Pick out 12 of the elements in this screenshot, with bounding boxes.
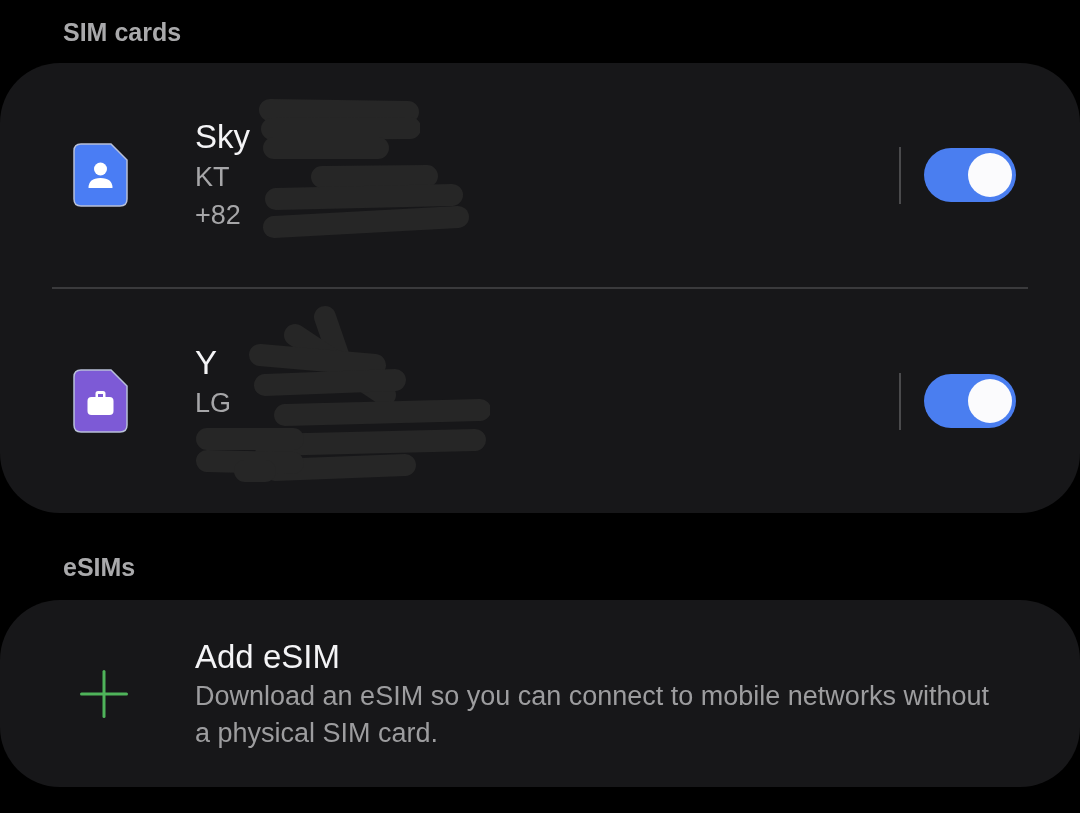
sim-name: Y (195, 343, 217, 383)
carrier-label: LG (195, 387, 232, 420)
plus-icon (80, 669, 128, 718)
phone-number: +82 (195, 199, 241, 232)
section-header: eSIMs (63, 552, 136, 582)
add-esim-title[interactable]: Add eSIM (195, 635, 340, 678)
carrier-label: KT (195, 161, 230, 194)
toggle-switch[interactable] (924, 374, 1016, 428)
toggle-switch[interactable] (924, 148, 1016, 202)
sim-name: Sky (195, 117, 250, 157)
section-header: SIM cards (63, 16, 182, 47)
add-esim-description: Download an eSIM so you can connect to mobile networks without a physical SIM card. (195, 679, 990, 750)
